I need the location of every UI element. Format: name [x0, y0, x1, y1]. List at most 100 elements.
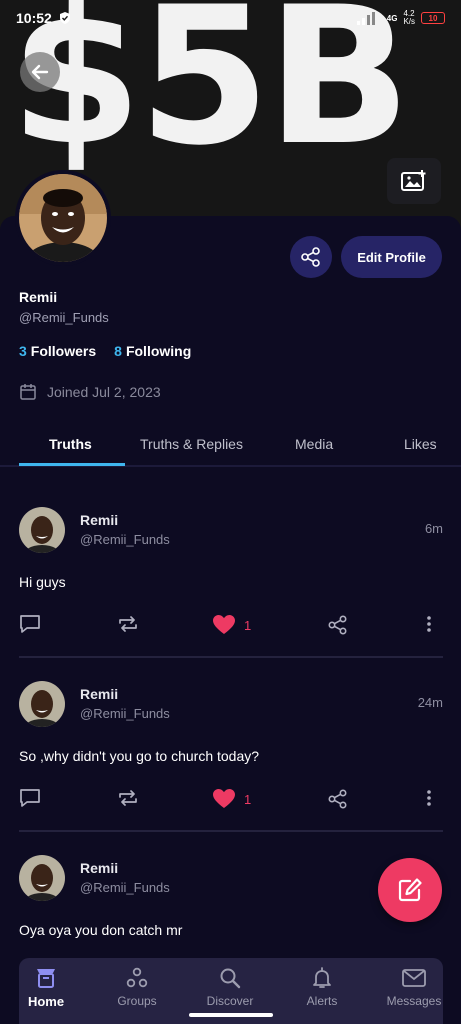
compose-icon: [398, 878, 422, 902]
more-options-button[interactable]: [421, 788, 437, 808]
post-divider: [19, 830, 443, 832]
nav-messages[interactable]: Messages: [374, 958, 454, 1014]
profile-tabs: Truths Truths & Replies Media Likes: [0, 425, 461, 467]
avatar[interactable]: [19, 681, 65, 727]
post-item[interactable]: Remii @Remii_Funds 24m So ,why didn't yo…: [19, 681, 443, 821]
post-author-name[interactable]: Remii: [80, 512, 118, 528]
share-button[interactable]: [327, 614, 349, 636]
user-handle: @Remii_Funds: [19, 310, 109, 325]
post-author-name[interactable]: Remii: [80, 860, 118, 876]
like-button[interactable]: 1: [212, 788, 251, 810]
like-count: 1: [244, 617, 252, 633]
tab-truths[interactable]: Truths: [49, 436, 92, 452]
post-item[interactable]: Remii @Remii_Funds Oya oya you don catch…: [19, 855, 443, 955]
following-label: Following: [125, 343, 192, 359]
battery-icon: 10: [421, 12, 445, 24]
followers-link[interactable]: 3 Followers: [19, 343, 96, 359]
shield-icon: [59, 12, 70, 24]
joined-date: Joined Jul 2, 2023: [19, 383, 161, 401]
post-text: So ,why didn't you go to church today?: [19, 748, 260, 764]
network-type: 4G: [386, 13, 398, 23]
nav-groups[interactable]: Groups: [97, 958, 177, 1014]
share-icon: [301, 247, 320, 267]
avatar-photo: [19, 681, 65, 727]
nav-label: Discover: [206, 994, 254, 1008]
arrow-left-icon: [31, 64, 49, 80]
following-link[interactable]: 8 Following: [114, 343, 191, 359]
tab-media[interactable]: Media: [295, 436, 333, 452]
nav-alerts[interactable]: Alerts: [282, 958, 362, 1014]
nav-label: Alerts: [306, 994, 338, 1008]
add-image-icon: [401, 170, 426, 191]
more-options-button[interactable]: [421, 614, 437, 634]
display-name: Remii: [19, 289, 58, 305]
avatar-photo: [19, 507, 65, 553]
follow-stats: 3 Followers 8 Following: [19, 343, 191, 359]
followers-count: 3: [19, 343, 27, 359]
comment-icon: [20, 789, 40, 807]
repost-icon: [119, 790, 137, 806]
tab-truths-replies[interactable]: Truths & Replies: [140, 436, 243, 452]
nav-home[interactable]: Home: [6, 958, 86, 1014]
change-banner-button[interactable]: [387, 158, 441, 204]
edit-profile-button[interactable]: Edit Profile: [341, 236, 442, 278]
nav-discover[interactable]: Discover: [190, 958, 270, 1014]
following-count: 8: [114, 343, 122, 359]
like-count: 1: [244, 791, 252, 807]
battery-level: 10: [428, 13, 438, 23]
post-text: Hi guys: [19, 574, 66, 590]
post-author-handle: @Remii_Funds: [80, 706, 170, 721]
repost-icon: [119, 616, 137, 632]
search-icon: [220, 968, 241, 989]
post-item[interactable]: Remii @Remii_Funds 6m Hi guys 1: [19, 507, 443, 647]
post-author-name[interactable]: Remii: [80, 686, 118, 702]
retruth-button[interactable]: [117, 788, 139, 808]
post-actions: 1: [19, 614, 443, 636]
home-icon: [37, 969, 55, 988]
comment-icon: [20, 615, 40, 633]
post-divider: [19, 656, 443, 658]
joined-text: Joined Jul 2, 2023: [47, 384, 161, 400]
profile-avatar[interactable]: [15, 170, 111, 266]
heart-icon: [213, 789, 235, 808]
groups-icon: [126, 967, 148, 988]
share-button[interactable]: [327, 788, 349, 810]
nav-label: Groups: [117, 994, 157, 1008]
share-icon: [328, 789, 347, 809]
avatar-photo: [19, 855, 65, 901]
more-vertical-icon: [427, 616, 431, 632]
status-bar: 10:52 4G 4.2 K/s 10: [0, 0, 461, 36]
post-text: Oya oya you don catch mr: [19, 922, 183, 938]
avatar[interactable]: [19, 507, 65, 553]
avatar-photo: [19, 174, 107, 262]
reply-button[interactable]: [19, 614, 41, 634]
retruth-button[interactable]: [117, 614, 139, 634]
compose-button[interactable]: [378, 858, 442, 922]
share-icon: [328, 615, 347, 635]
heart-icon: [213, 615, 235, 634]
nav-label: Messages: [386, 994, 442, 1008]
home-indicator: [189, 1013, 273, 1017]
followers-label: Followers: [30, 343, 97, 359]
tab-likes[interactable]: Likes: [404, 436, 437, 452]
post-author-handle: @Remii_Funds: [80, 880, 170, 895]
share-profile-button[interactable]: [290, 236, 332, 278]
avatar[interactable]: [19, 855, 65, 901]
status-indicators: 4G 4.2 K/s 10: [356, 9, 445, 26]
more-vertical-icon: [427, 790, 431, 806]
nav-label: Home: [27, 994, 65, 1009]
post-time: 24m: [417, 695, 443, 710]
reply-button[interactable]: [19, 788, 41, 808]
post-author-handle: @Remii_Funds: [80, 532, 170, 547]
bell-icon: [313, 967, 331, 988]
mail-icon: [402, 969, 426, 987]
post-actions: 1: [19, 788, 443, 810]
network-speed: 4.2 K/s: [403, 9, 415, 26]
status-time: 10:52: [16, 10, 52, 26]
back-button[interactable]: [20, 52, 60, 92]
active-tab-indicator: [19, 463, 125, 466]
like-button[interactable]: 1: [212, 614, 251, 636]
post-time: 6m: [424, 521, 443, 536]
signal-icon: [356, 12, 375, 25]
calendar-icon: [20, 384, 36, 400]
